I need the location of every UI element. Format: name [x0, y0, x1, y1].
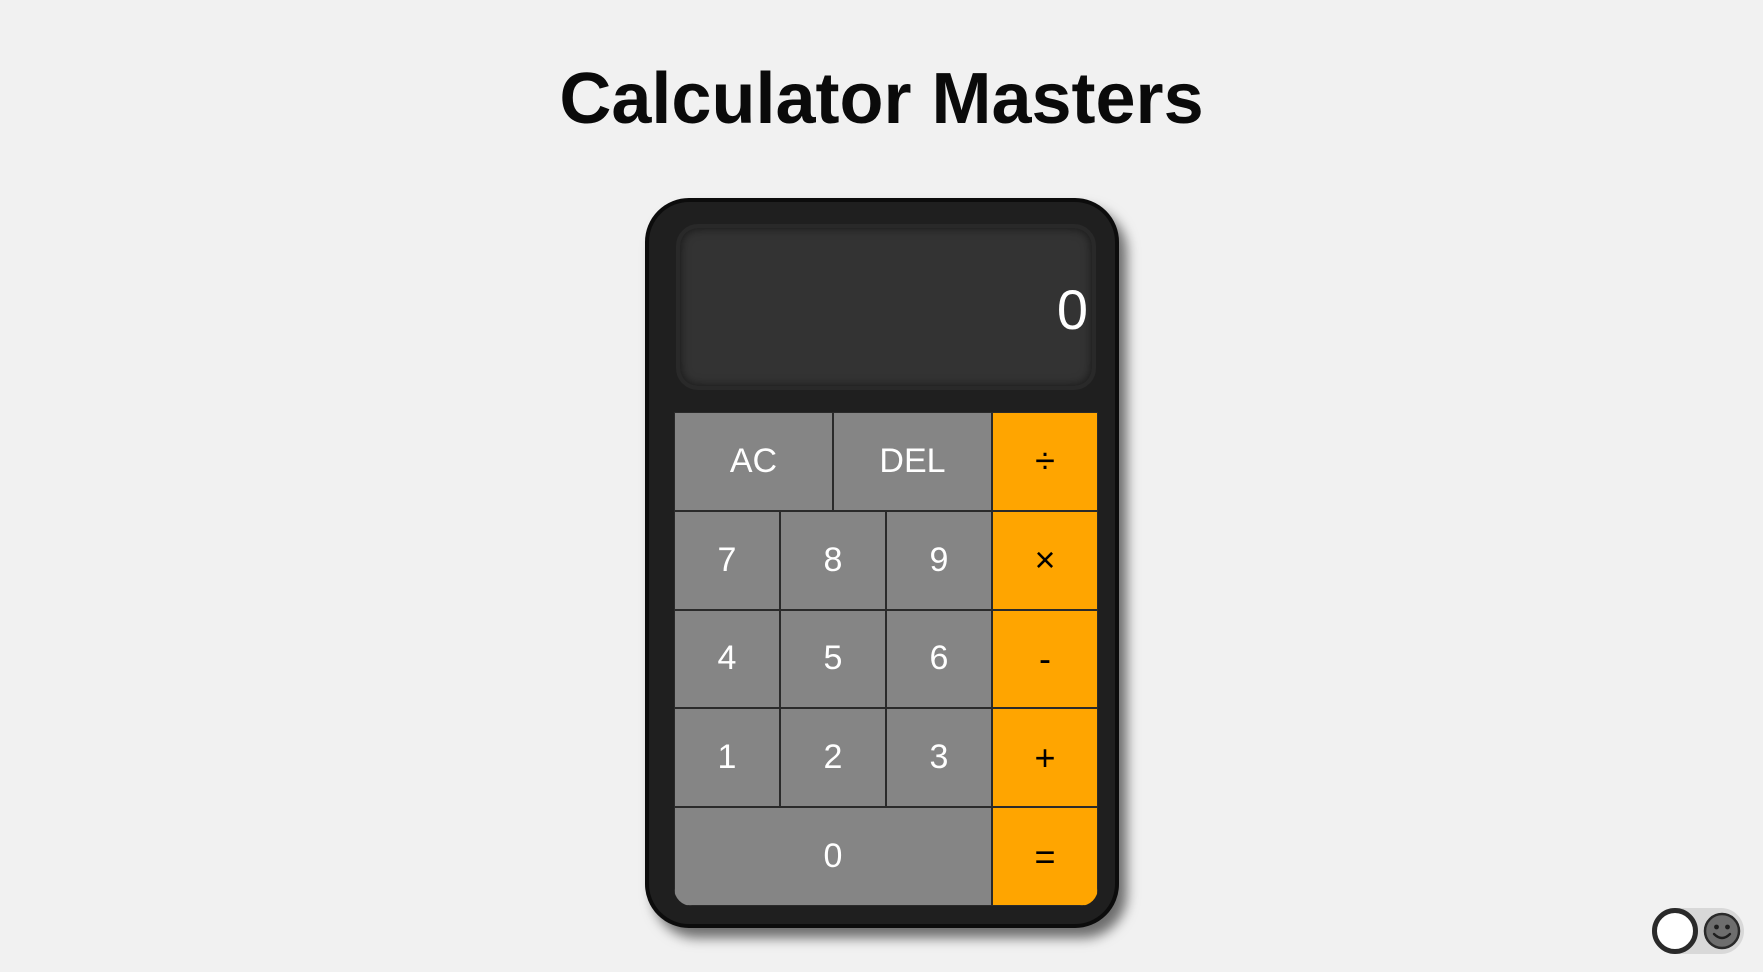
digit-3-button[interactable]: 3 — [886, 708, 992, 808]
theme-toggle[interactable] — [1652, 908, 1744, 954]
display-screen: 0 — [676, 224, 1096, 390]
page-title: Calculator Masters — [559, 59, 1204, 139]
digit-7-button[interactable]: 7 — [674, 510, 780, 610]
add-button[interactable]: + — [992, 708, 1098, 808]
digit-4-button[interactable]: 4 — [674, 609, 780, 709]
clear-all-button[interactable]: AC — [674, 412, 833, 511]
digit-0-button[interactable]: 0 — [674, 807, 992, 906]
digit-9-button[interactable]: 9 — [886, 510, 992, 610]
keypad: AC DEL ÷ 7 8 9 × 4 5 6 - 1 2 3 + 0 = — [674, 412, 1098, 906]
keypad-top-row: AC DEL — [674, 412, 992, 511]
multiply-button[interactable]: × — [992, 510, 1098, 610]
display-value: 0 — [1056, 278, 1088, 341]
digit-2-button[interactable]: 2 — [780, 708, 886, 808]
toggle-knob — [1652, 908, 1698, 954]
smiley-face-icon — [1703, 912, 1741, 950]
delete-button[interactable]: DEL — [833, 412, 992, 511]
divide-button[interactable]: ÷ — [992, 412, 1098, 511]
subtract-button[interactable]: - — [992, 609, 1098, 709]
calculator: 0 AC DEL ÷ 7 8 9 × 4 5 6 - 1 2 3 + 0 = — [645, 198, 1119, 928]
digit-1-button[interactable]: 1 — [674, 708, 780, 808]
digit-6-button[interactable]: 6 — [886, 609, 992, 709]
digit-8-button[interactable]: 8 — [780, 510, 886, 610]
digit-5-button[interactable]: 5 — [780, 609, 886, 709]
equals-button[interactable]: = — [992, 807, 1098, 906]
